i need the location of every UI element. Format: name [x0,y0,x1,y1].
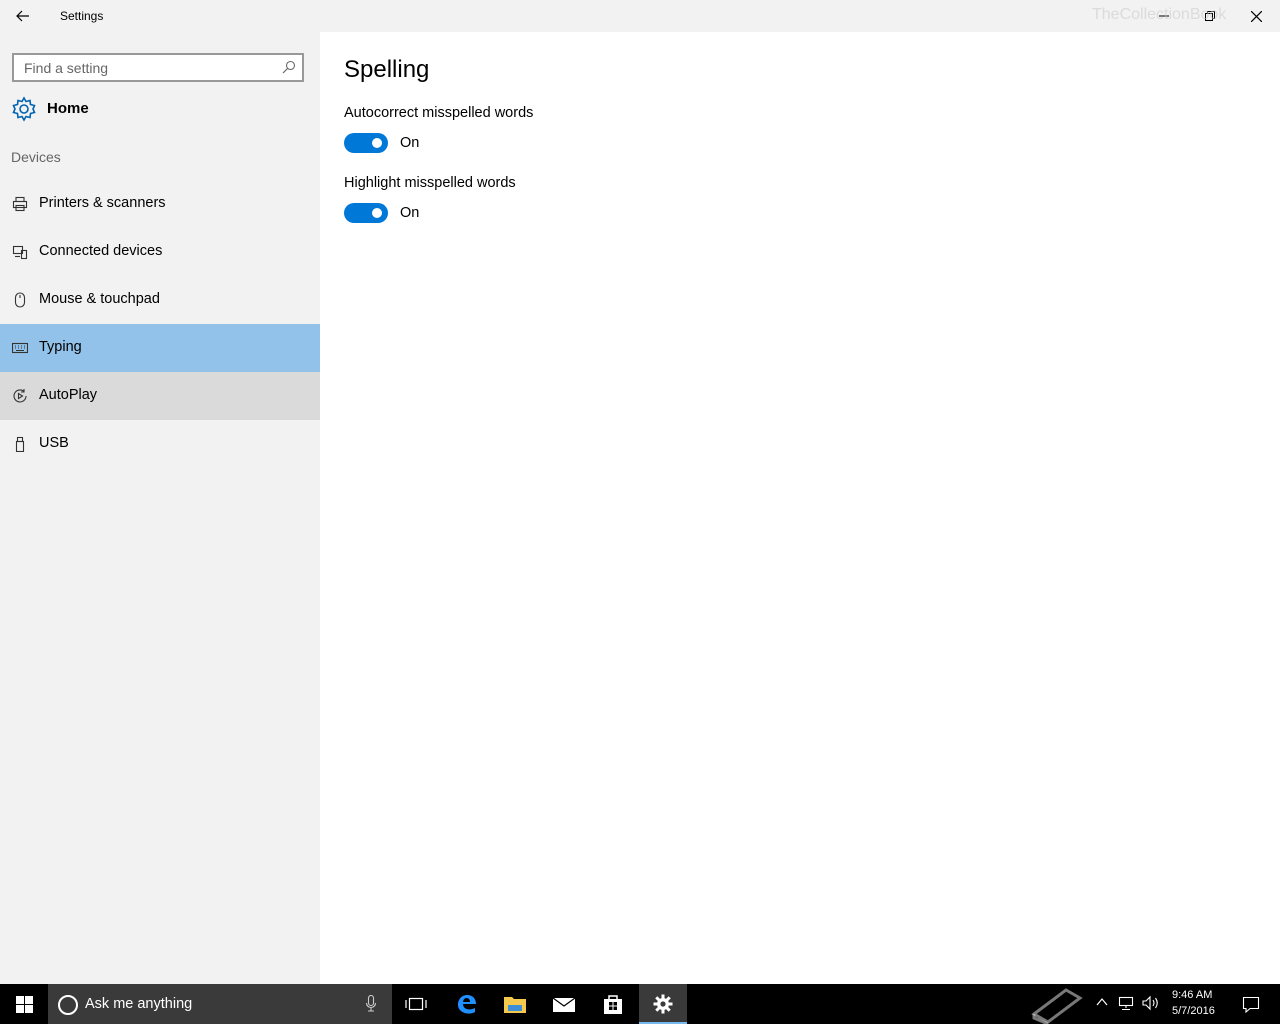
close-button[interactable] [1233,0,1279,32]
settings-app-button[interactable] [639,984,687,1024]
cortana-icon [58,995,78,1015]
edge-icon [458,995,476,1014]
mouse-icon [14,292,26,308]
edge-button[interactable] [442,984,490,1024]
gear-icon [12,96,36,122]
back-arrow-icon [16,10,29,22]
highlight-toggle[interactable] [344,203,388,223]
store-icon [604,995,622,1014]
sidebar-item-label: AutoPlay [39,387,98,403]
start-button[interactable] [0,984,48,1024]
sidebar-item-mouse-touchpad[interactable]: Mouse & touchpad [0,276,320,324]
settings-icon [653,994,673,1014]
cortana-search[interactable]: Ask me anything [48,984,392,1024]
connected-devices-icon [12,245,28,260]
file-explorer-icon [504,997,526,1013]
content-pane: Spelling Autocorrect misspelled words On… [320,32,1280,984]
search-input[interactable] [14,55,284,80]
sidebar-item-label: USB [39,435,69,451]
sidebar-item-autoplay[interactable]: AutoPlay [0,372,320,420]
sidebar: Home Devices Printers & scanners Connect… [0,32,320,984]
autocorrect-toggle[interactable] [344,133,388,153]
search-icon[interactable] [282,60,296,74]
autoplay-icon [13,389,27,403]
sidebar-item-label: Connected devices [39,243,163,259]
autocorrect-label: Autocorrect misspelled words [344,105,534,121]
sidebar-item-printers-scanners[interactable]: Printers & scanners [0,180,320,228]
sidebar-item-typing[interactable]: Typing [0,324,320,372]
clock-time[interactable]: 9:46 AM [1172,989,1212,1001]
section-title: Devices [11,149,61,165]
sidebar-item-connected-devices[interactable]: Connected devices [0,228,320,276]
watermark-text: TheCollectionBook [1092,6,1227,23]
printer-icon [12,196,28,212]
page-title: Spelling [344,56,430,83]
toggle-knob [372,138,382,148]
autocorrect-state: On [400,135,420,151]
start-icon [15,995,33,1013]
sidebar-item-label: Typing [39,339,82,355]
volume-icon[interactable] [1142,995,1160,1011]
show-hidden-icons-icon[interactable] [1096,997,1108,1007]
clock-date[interactable]: 5/7/2016 [1172,1005,1215,1017]
home-label: Home [47,100,89,117]
sidebar-item-label: Mouse & touchpad [39,291,160,307]
action-center-icon[interactable] [1242,995,1260,1013]
back-button[interactable] [0,0,46,32]
search-box[interactable] [12,53,304,82]
task-view-icon [405,997,427,1011]
highlight-state: On [400,205,420,221]
window-title: Settings [60,9,104,23]
file-explorer-button[interactable] [491,984,539,1024]
network-icon[interactable] [1118,995,1134,1011]
keyboard-icon [12,342,28,354]
microphone-icon[interactable] [366,995,376,1012]
home-link[interactable]: Home [0,92,320,126]
close-icon [1250,10,1262,22]
sidebar-item-usb[interactable]: USB [0,420,320,468]
sidebar-item-label: Printers & scanners [39,195,166,211]
cortana-placeholder: Ask me anything [85,996,193,1012]
title-bar: Settings [0,0,1280,32]
mail-icon [552,997,576,1012]
usb-icon [15,436,25,452]
toggle-knob [372,208,382,218]
store-button[interactable] [589,984,637,1024]
highlight-label: Highlight misspelled words [344,175,516,191]
task-view-button[interactable] [392,984,440,1024]
mail-button[interactable] [540,984,588,1024]
taskbar: Ask me anything 9:46 AM 5/7/2016 [0,984,1280,1024]
